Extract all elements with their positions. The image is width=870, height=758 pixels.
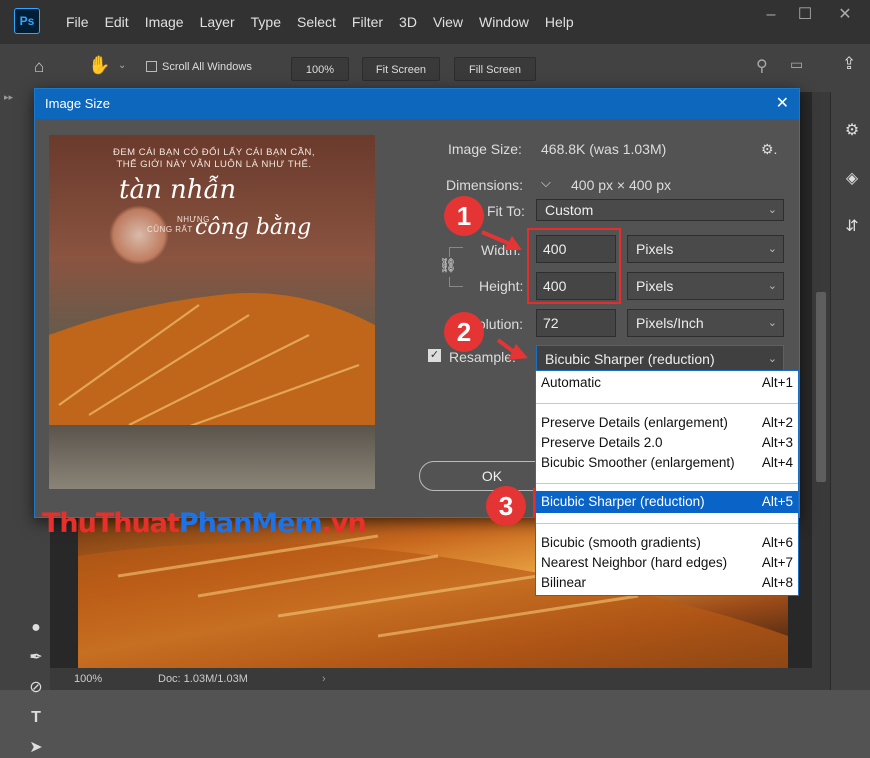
step-badge-1: 1 [444,196,484,236]
step-badge-2: 2 [444,312,484,352]
type-tool-icon[interactable]: T [26,708,46,728]
watermark-part-1: ThuThuat [42,508,180,539]
annotation-arrows [481,230,528,360]
watermark-part-2: PhanMem [178,508,323,539]
selection-tool-icon[interactable]: ➤ [26,738,46,758]
watermark-part-3: .vn [321,508,367,539]
watermark-logo: ThuThuatPhanMem.vn [42,508,367,539]
step-badge-3: 3 [486,486,526,526]
